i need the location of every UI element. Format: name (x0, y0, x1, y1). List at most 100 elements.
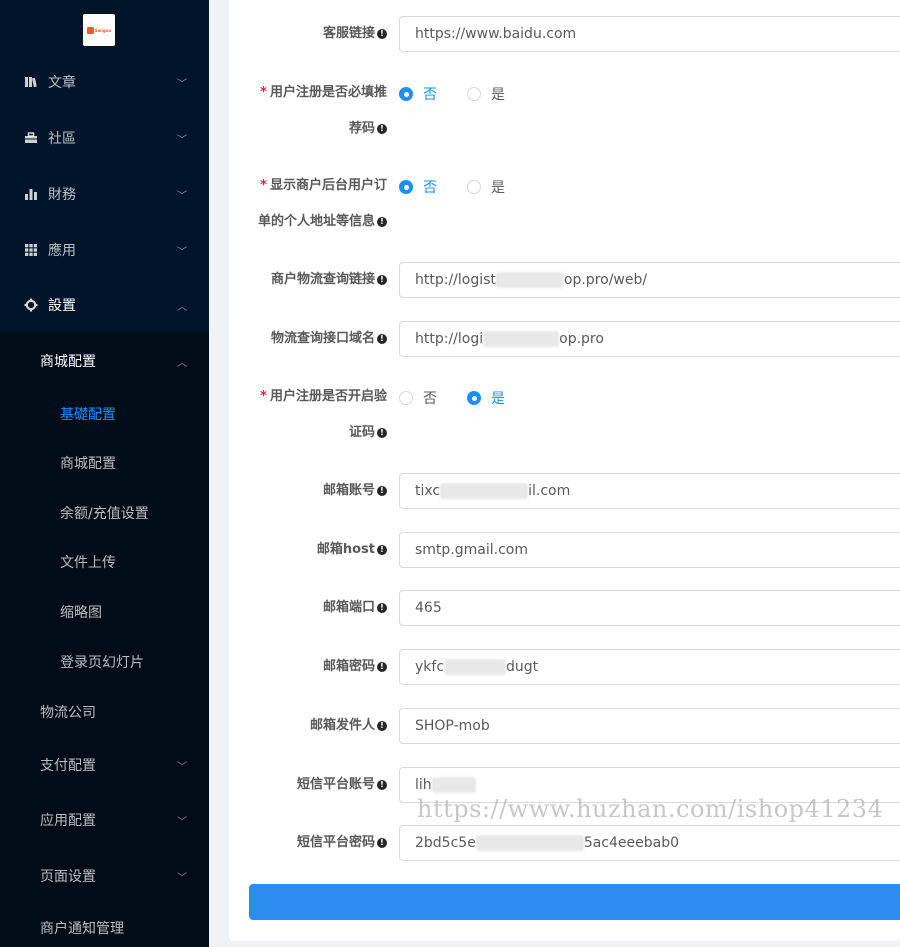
info-icon[interactable]: ! (377, 485, 387, 496)
radio-no[interactable]: 否 (399, 388, 437, 408)
app-logo[interactable]: Swigou (83, 14, 115, 46)
radio-label: 是 (491, 87, 505, 103)
field-label: 客服链接! (323, 25, 387, 43)
field-label: 邮箱发件人! (310, 717, 387, 735)
field-label: * 用户注册是否开启验 (260, 388, 387, 406)
radio-label: 是 (491, 180, 505, 196)
input-value-start: tixc (415, 483, 441, 499)
info-icon[interactable]: ! (377, 661, 387, 672)
submenu-item-label: 商城配置 (60, 456, 116, 472)
submenu-item-app-config[interactable]: 应用配置 ﹀ (0, 800, 209, 840)
field-label-text: 短信平台账号 (296, 777, 375, 792)
radio-no[interactable]: 否 (399, 177, 437, 197)
mail-sender-input[interactable]: SHOP-mob (399, 708, 900, 744)
sidebar-item-finance[interactable]: 財務 ﹀ (0, 172, 209, 216)
chevron-down-icon: ﹀ (177, 761, 187, 773)
radio-yes[interactable]: 是 (467, 84, 505, 104)
field-label-text: 邮箱密码 (322, 659, 375, 674)
logo-text: Swigou (94, 27, 112, 33)
radio-label: 是 (491, 391, 505, 407)
field-label-text: 显示商户后台用户订 (269, 178, 387, 193)
info-icon[interactable]: ! (377, 427, 387, 438)
sidebar: Swigou 文章 ﹀ 社區 ﹀ 財務 ﹀ 應用 ﹀ 設置 ︿ 商城配置 ︿ 基… (0, 0, 209, 947)
info-icon[interactable]: ! (377, 602, 387, 613)
submenu-item-login-slides[interactable]: 登录页幻灯片 (0, 642, 209, 682)
input-value-start: ykfc (415, 659, 445, 675)
chevron-down-icon: ﹀ (177, 246, 187, 258)
input-value-start: http://logist (415, 272, 496, 288)
field-label-text: 单的个人地址等信息 (257, 214, 375, 229)
required-mark: * (260, 389, 267, 404)
mail-host-input[interactable]: smtp.gmail.com (399, 532, 900, 568)
sidebar-item-articles[interactable]: 文章 ﹀ (0, 60, 209, 104)
chevron-up-icon: ︿ (177, 301, 187, 313)
watermark-text: https://www.huzhan.com/ishop41234 (417, 795, 884, 823)
field-label-text: 邮箱发件人 (309, 718, 375, 733)
radio-circle (399, 87, 413, 101)
input-value-end: op.pro (559, 331, 604, 347)
submenu-item-basic-config[interactable]: 基礎配置 (0, 394, 209, 434)
sidebar-item-community[interactable]: 社區 ﹀ (0, 116, 209, 160)
submenu-item-label: 物流公司 (40, 705, 96, 721)
field-label-text: 荐码 (348, 121, 375, 136)
submenu-item-thumbnail[interactable]: 缩略图 (0, 592, 209, 632)
info-icon[interactable]: ! (377, 274, 387, 285)
submenu-item-balance-recharge[interactable]: 余额/充值设置 (0, 493, 209, 533)
sidebar-item-settings[interactable]: 設置 ︿ (0, 283, 209, 327)
submenu-item-file-upload[interactable]: 文件上传 (0, 542, 209, 582)
input-value: SHOP-mob (415, 718, 490, 734)
field-label: 邮箱密码! (323, 658, 387, 676)
info-icon[interactable]: ! (377, 837, 387, 848)
grid-icon (24, 243, 38, 257)
field-label: 短信平台密码! (297, 834, 387, 852)
input-value-start: 2bd5c5e (415, 835, 476, 851)
submenu-item-merchant-notify[interactable]: 商户通知管理 (0, 908, 209, 947)
logistics-domain-input[interactable]: http://logi op.pro (399, 321, 900, 357)
info-icon[interactable]: ! (377, 544, 387, 555)
field-label: 商户物流查询链接! (271, 271, 387, 289)
field-label-text: 证码 (348, 425, 375, 440)
info-icon[interactable]: ! (377, 779, 387, 790)
sidebar-item-apps[interactable]: 應用 ﹀ (0, 228, 209, 272)
info-icon[interactable]: ! (377, 28, 387, 39)
chevron-down-icon: ﹀ (177, 190, 187, 202)
info-icon[interactable]: ! (377, 720, 387, 731)
field-label-text: 商户物流查询链接 (270, 272, 375, 287)
kefu-link-input[interactable]: https://www.baidu.com (399, 16, 900, 52)
field-label: 邮箱端口! (323, 599, 387, 617)
mail-account-input[interactable]: tixc il.com (399, 473, 900, 509)
radio-no[interactable]: 否 (399, 84, 437, 104)
sidebar-item-label: 文章 (48, 75, 76, 91)
chevron-down-icon: ﹀ (177, 78, 187, 90)
info-icon[interactable]: ! (377, 216, 387, 227)
sms-password-input[interactable]: 2bd5c5e 5ac4eeebab0 (399, 825, 900, 861)
radio-yes[interactable]: 是 (467, 388, 505, 408)
info-icon[interactable]: ! (377, 123, 387, 134)
submenu-item-mall-config[interactable]: 商城配置 ︿ (0, 341, 209, 381)
field-label-text: 邮箱账号 (322, 483, 375, 498)
logistics-link-input[interactable]: http://logist op.pro/web/ (399, 262, 900, 298)
book-icon (24, 75, 38, 89)
redacted-blur (475, 835, 584, 851)
field-label-text: 邮箱端口 (322, 600, 375, 615)
submenu-item-logistics-company[interactable]: 物流公司 (0, 692, 209, 732)
radio-circle (399, 180, 413, 194)
submenu-item-payment-config[interactable]: 支付配置 ﹀ (0, 745, 209, 785)
mail-port-input[interactable]: 465 (399, 590, 900, 626)
field-label-text: 客服链接 (322, 26, 375, 41)
submenu-item-store-config[interactable]: 商城配置 (0, 443, 209, 483)
chevron-down-icon: ﹀ (177, 134, 187, 146)
submenu-item-page-settings[interactable]: 页面设置 ﹀ (0, 856, 209, 896)
input-value: smtp.gmail.com (415, 542, 528, 558)
submenu-item-label: 商城配置 (40, 354, 96, 370)
radio-label: 否 (423, 87, 437, 103)
redacted-blur (431, 777, 476, 793)
input-value-end: op.pro/web/ (563, 272, 648, 288)
mail-password-input[interactable]: ykfc dugt (399, 649, 900, 685)
info-icon[interactable]: ! (377, 333, 387, 344)
submit-button[interactable] (249, 884, 900, 920)
sidebar-item-label: 財務 (48, 187, 76, 203)
required-mark: * (260, 178, 267, 193)
radio-yes[interactable]: 是 (467, 177, 505, 197)
submenu-item-label: 文件上传 (60, 555, 116, 571)
